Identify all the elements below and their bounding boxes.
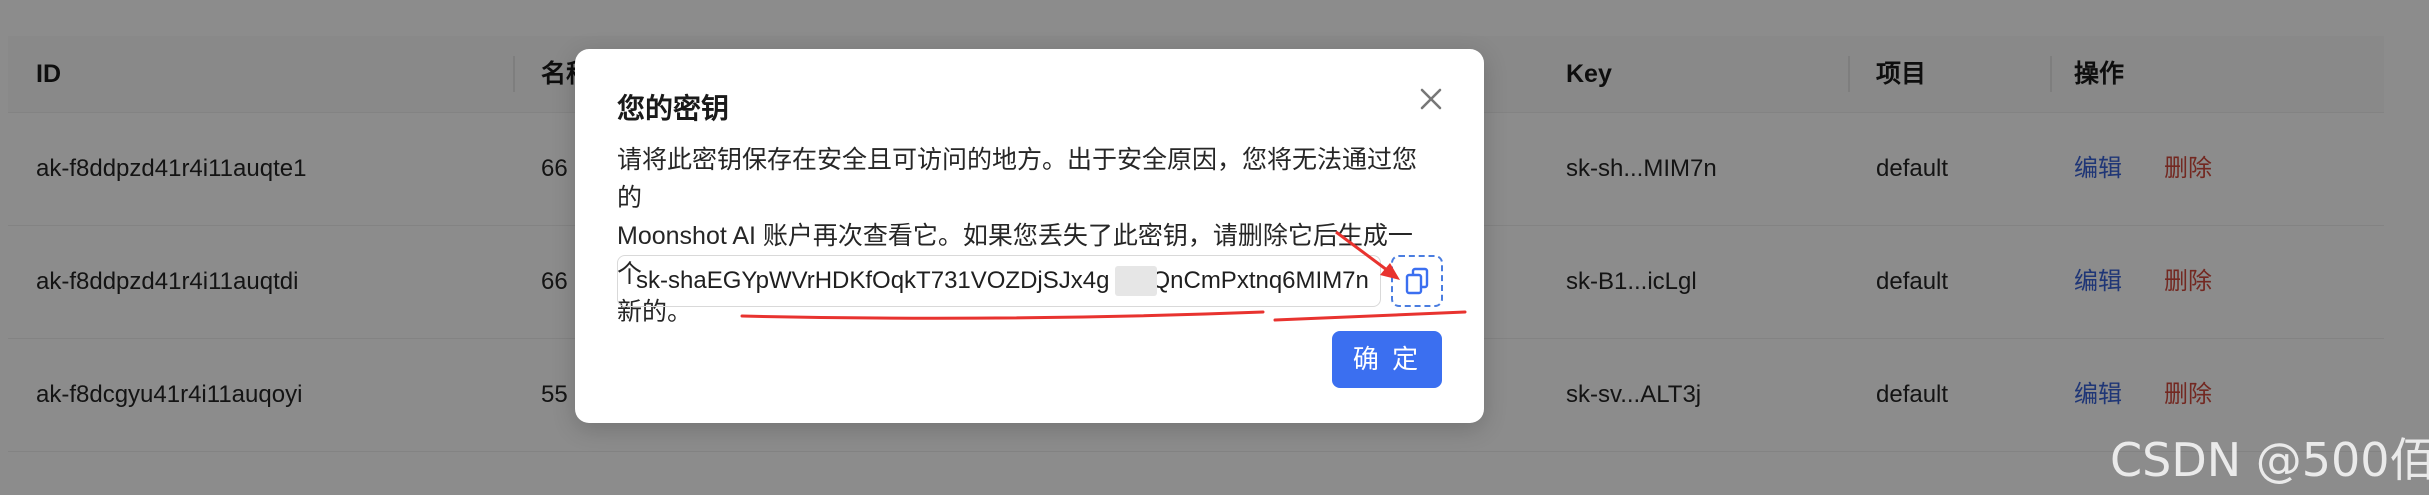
redaction-blur bbox=[1115, 266, 1157, 296]
secret-key-field[interactable]: sk-shaEGYpWVrHDKfOqkT731VOZDjSJx4g QnCmPx… bbox=[617, 255, 1381, 307]
secret-key-suffix: QnCmPxtnq6MIM7n bbox=[1151, 267, 1369, 294]
copy-button[interactable] bbox=[1391, 255, 1443, 307]
confirm-button[interactable]: 确 定 bbox=[1332, 331, 1442, 388]
secret-key-dialog: 您的密钥 请将此密钥保存在安全且可访问的地方。出于安全原因，您将无法通过您的 M… bbox=[575, 49, 1484, 423]
watermark: CSDN @500佰 bbox=[2110, 433, 2429, 487]
secret-key-prefix: sk-shaEGYpWVrHDKfOqkT731VOZDjSJx4g bbox=[636, 267, 1110, 294]
close-icon[interactable] bbox=[1413, 81, 1449, 117]
copy-icon bbox=[1405, 267, 1429, 295]
dialog-title: 您的密钥 bbox=[617, 93, 730, 124]
description-line: 请将此密钥保存在安全且可访问的地方。出于安全原因，您将无法通过您的 bbox=[617, 146, 1418, 212]
